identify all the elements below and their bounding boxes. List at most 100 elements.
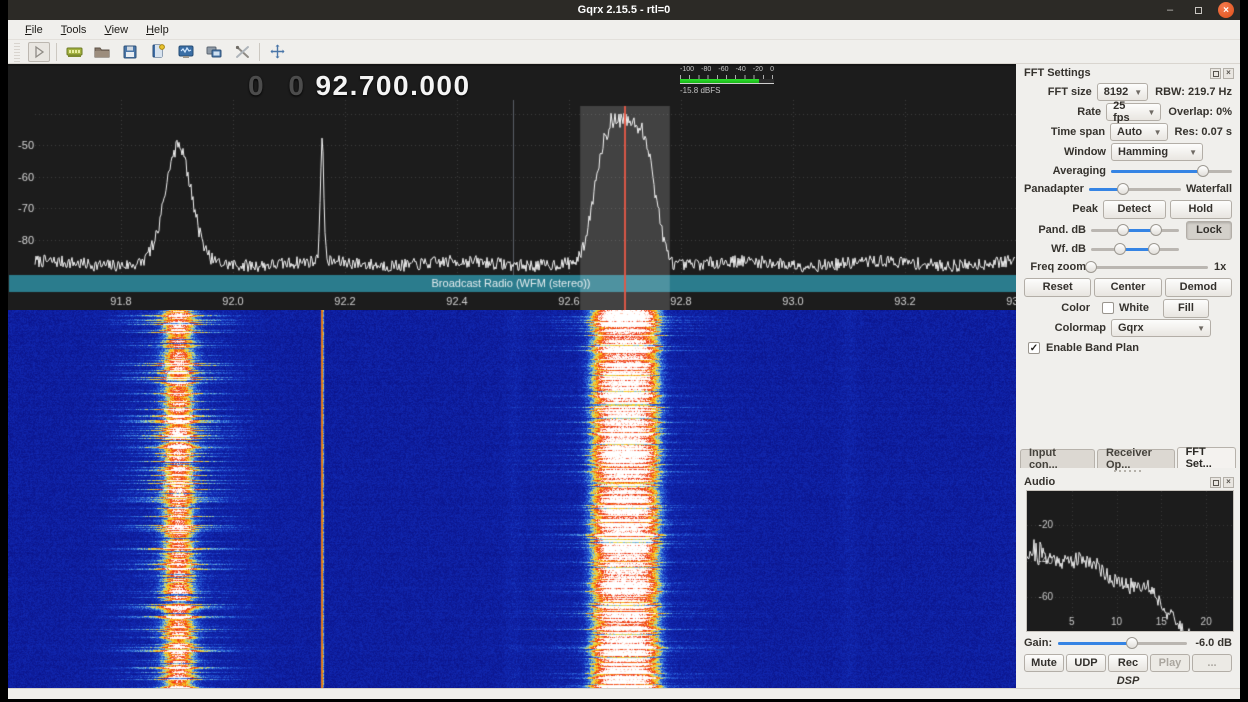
menu-bar: File Tools View Help [8, 20, 1240, 40]
pand-db-row: Pand. dB Lock [1024, 220, 1232, 240]
freq-zoom-row: Freq zoom 1x [1024, 258, 1232, 276]
meter-value: -15.8 dBFS [680, 86, 774, 95]
demod-button[interactable]: Demod [1165, 278, 1232, 297]
gain-label: Gain: [1024, 637, 1052, 649]
audio-buttons: Mute UDP Rec Play ... [1024, 654, 1232, 672]
audio-dock-header: Audio × [1016, 473, 1240, 489]
waterfall-canvas[interactable] [8, 310, 1016, 688]
white-checkbox[interactable] [1102, 302, 1114, 314]
desktop: Gqrx 2.15.5 - rtl=0 – × File Tools View … [0, 0, 1248, 702]
chevron-down-icon: ▼ [1154, 128, 1162, 137]
peak-row: Peak Detect Hold [1024, 198, 1232, 220]
fft-close-icon[interactable]: × [1223, 68, 1234, 79]
title-bar[interactable]: Gqrx 2.15.5 - rtl=0 – × [8, 0, 1240, 20]
dsp-window-button[interactable] [175, 42, 197, 62]
audio-dock: Audio × Gain: -6.0 dB Mute UD [1016, 473, 1240, 687]
peak-detect-button[interactable]: Detect [1103, 200, 1166, 219]
chevron-down-icon: ▼ [1134, 88, 1142, 97]
udp-button[interactable]: UDP [1066, 654, 1106, 672]
freq-zoom-slider[interactable] [1091, 260, 1208, 274]
fft-size-combo[interactable]: 8192▼ [1097, 83, 1148, 101]
band-plan-checkbox[interactable]: ✓ [1028, 342, 1040, 354]
colormap-row: Colormap Gqrx▼ [1024, 318, 1232, 338]
tab-fft-settings[interactable]: FFT Set... [1177, 447, 1236, 468]
pand-db-range-slider[interactable] [1091, 223, 1179, 237]
minimize-button[interactable]: – [1162, 2, 1178, 18]
menu-file[interactable]: File [16, 22, 52, 38]
fullscreen-button[interactable] [266, 42, 288, 62]
audio-options-button: ... [1192, 654, 1232, 672]
frequency-display[interactable]: 0 0 92.700.000 [248, 69, 471, 103]
save-button[interactable] [119, 42, 141, 62]
open-button[interactable] [91, 42, 113, 62]
timespan-label: Time span [1024, 126, 1105, 138]
start-dsp-button[interactable] [28, 42, 50, 62]
monitor-wave-icon [178, 45, 194, 59]
status-bar [8, 688, 1240, 699]
bookmarks-button[interactable] [147, 42, 169, 62]
floppy-save-icon [123, 45, 137, 59]
timespan-combo[interactable]: Auto▼ [1110, 123, 1167, 141]
pandapter[interactable]: 0 0 92.700.000 -100-80-60-40-200 -15.8 d… [8, 64, 1016, 310]
rec-button[interactable]: Rec [1108, 654, 1148, 672]
rate-combo[interactable]: 25 fps▼ [1106, 103, 1161, 121]
iq-device-button[interactable] [63, 42, 85, 62]
meter-scale: -100-80-60-40-200 [680, 66, 774, 74]
freq-zoom-value: 1x [1214, 261, 1232, 273]
rate-label: Rate [1024, 106, 1101, 118]
pand-db-label: Pand. dB [1024, 224, 1086, 236]
window-row: Window Hamming▼ [1024, 142, 1232, 162]
rate-row: Rate 25 fps▼ Overlap: 0% [1024, 102, 1232, 122]
tools-button[interactable] [231, 42, 253, 62]
audio-gain-row: Gain: -6.0 dB [1024, 634, 1232, 652]
fill-button[interactable]: Fill [1163, 299, 1209, 318]
window-title: Gqrx 2.15.5 - rtl=0 [578, 4, 671, 16]
frequency-digits[interactable]: 92.700.000 [315, 70, 470, 102]
chevron-down-icon: ▼ [1189, 148, 1197, 157]
averaging-label: Averaging [1024, 165, 1106, 177]
color-row: Color White Fill [1024, 298, 1232, 318]
wrench-screwdriver-icon [235, 45, 250, 59]
band-plan-label: Enable Band Plan [1046, 342, 1139, 354]
folder-open-icon [94, 45, 110, 59]
audio-close-icon[interactable]: × [1223, 477, 1234, 488]
averaging-slider[interactable] [1111, 164, 1232, 178]
rbw-value: RBW: 219.7 Hz [1155, 86, 1232, 98]
toolbar-grip[interactable] [14, 42, 20, 62]
gain-slider[interactable] [1058, 636, 1187, 650]
reset-button[interactable]: Reset [1024, 278, 1091, 297]
audio-float-icon[interactable] [1210, 477, 1221, 488]
peak-label: Peak [1024, 203, 1098, 215]
audio-fft-canvas[interactable] [1026, 490, 1234, 632]
device-icon [66, 45, 83, 59]
menu-tools[interactable]: Tools [52, 22, 96, 38]
menu-view[interactable]: View [95, 22, 137, 38]
spectrum-plot-canvas[interactable] [8, 64, 1016, 310]
remote-control-button[interactable] [203, 42, 225, 62]
fft-float-icon[interactable] [1210, 68, 1221, 79]
play-button: Play [1150, 654, 1190, 672]
mute-button[interactable]: Mute [1024, 654, 1064, 672]
peak-hold-button[interactable]: Hold [1170, 200, 1233, 219]
fft-dock-header: FFT Settings × [1016, 64, 1240, 80]
timespan-row: Time span Auto▼ Res: 0.07 s [1024, 122, 1232, 142]
freq-zoom-label: Freq zoom [1024, 261, 1086, 273]
close-button[interactable]: × [1218, 2, 1234, 18]
pan-wf-split-slider[interactable] [1089, 182, 1181, 196]
color-label: Color [1024, 302, 1090, 314]
colormap-combo[interactable]: Gqrx▼ [1111, 319, 1211, 337]
wf-db-row: Wf. dB [1024, 240, 1232, 258]
center-button[interactable]: Center [1094, 278, 1161, 297]
tab-input-controls[interactable]: Input con... [1020, 449, 1095, 468]
tab-receiver-options[interactable]: Receiver Op... [1097, 449, 1175, 468]
menu-help[interactable]: Help [137, 22, 178, 38]
res-value: Res: 0.07 s [1175, 126, 1232, 138]
averaging-row: Averaging [1024, 162, 1232, 180]
fft-size-row: FFT size 8192▼ RBW: 219.7 Hz [1024, 82, 1232, 102]
pand-db-lock-button[interactable]: Lock [1186, 221, 1232, 240]
window-combo[interactable]: Hamming▼ [1111, 143, 1203, 161]
maximize-button[interactable] [1190, 2, 1206, 18]
panadapter-label: Panadapter [1024, 183, 1084, 195]
signal-meter: -100-80-60-40-200 -15.8 dBFS [680, 66, 774, 95]
wf-db-range-slider[interactable] [1091, 242, 1179, 256]
